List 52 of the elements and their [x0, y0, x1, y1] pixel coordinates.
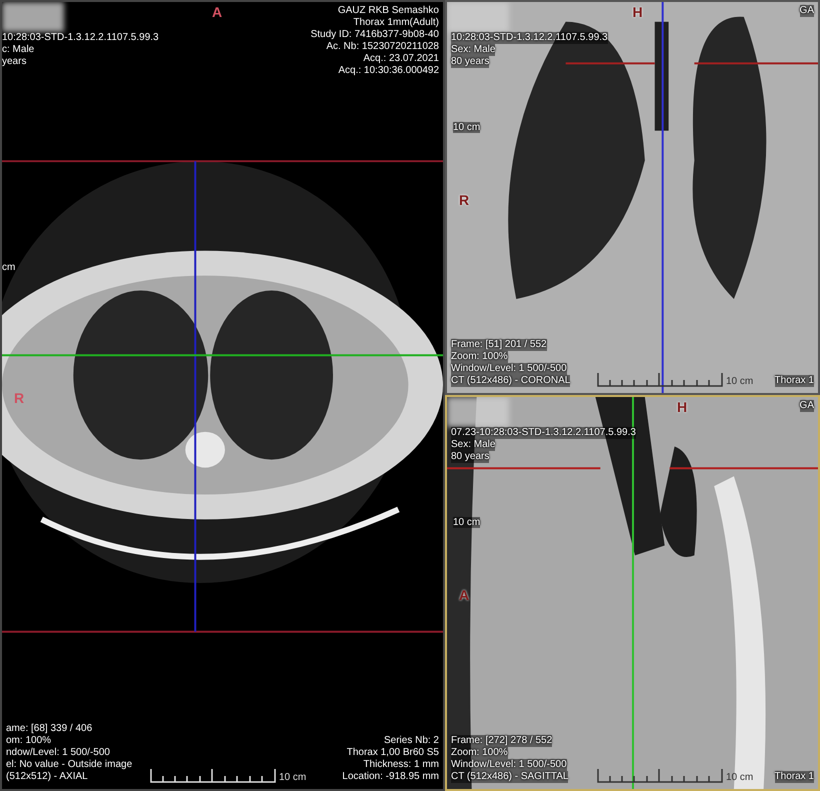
overlay-text: Ac. Nb: 15230720211028 — [326, 41, 439, 53]
orientation-label: R — [14, 390, 24, 406]
overlay-text: Thickness: 1 mm — [363, 759, 439, 771]
overlay-text: c: Male — [2, 44, 34, 56]
viewport-panel[interactable]: H GA 07.23-10:28:03-STD-1.3.12.2.1107.5.99.3 Sex: Male 80 years 10 cm A Frame: [272] 278 / 552 Zoom: 100% Window/Level: 1 500/-500 CT (512x486) - SAGITTAL 10 cm Thorax 1 — [445, 395, 820, 791]
overlay-text: om: 100% — [6, 735, 52, 747]
overlay-text: ndow/Level: 1 500/-500 — [6, 747, 110, 759]
overlay-text: Frame: [272] 278 / 552 — [451, 735, 552, 747]
viewport-panel[interactable]: H GA 10:28:03-STD-1.3.12.2.1107.5.99.3 Sex: Male 80 years 10 cm R Frame: [51] 201 / 552 Zoom: 100% Window/Level: 1 500/-500 CT (512x486) - CORONAL 10 cm Thorax 1 — [445, 0, 820, 395]
overlay-text: Zoom: 100% — [451, 351, 508, 363]
overlay-text: (512x512) - AXIAL — [6, 771, 88, 783]
overlay-text: CT (512x486) - CORONAL — [451, 375, 570, 387]
orientation-label: H — [632, 4, 643, 20]
overlay-text: el: No value - Outside image — [6, 759, 132, 771]
overlay-text: Window/Level: 1 500/-500 — [451, 363, 567, 375]
scale-label: 10 cm — [279, 772, 306, 783]
orientation-label: R — [459, 192, 470, 208]
redaction-block — [447, 2, 509, 32]
overlay-text: Window/Level: 1 500/-500 — [451, 759, 567, 771]
redaction-block — [2, 2, 64, 32]
overlay-text: 10:28:03-STD-1.3.12.2.1107.5.99.3 — [451, 32, 608, 44]
overlay-text: ame: [68] 339 / 406 — [6, 723, 92, 735]
overlay-text: Thorax 1,00 Br60 S5 — [346, 747, 439, 759]
orientation-label: A — [459, 587, 470, 603]
overlay-text: CT (512x486) - SAGITTAL — [451, 771, 568, 783]
overlay-text: GAUZ RKB Semashko — [338, 5, 439, 17]
overlay-text: Series Nb: 2 — [384, 735, 439, 747]
overlay-text: Acq.: 23.07.2021 — [363, 53, 439, 65]
scale-label: 10 cm — [726, 772, 754, 783]
scale-label: cm — [2, 262, 16, 273]
overlay-text: years — [2, 56, 26, 68]
overlay-text: Sex: Male — [451, 439, 496, 451]
overlay-text: Location: -918.95 mm — [342, 771, 439, 783]
overlay-text: Acq.: 10:30:36.000492 — [338, 65, 439, 77]
overlay-text: Thorax 1mm(Adult) — [353, 17, 439, 29]
scale-label: 10 cm — [726, 376, 754, 387]
orientation-label: A — [212, 4, 222, 20]
overlay-text: 80 years — [451, 56, 490, 68]
redaction-block — [447, 397, 509, 427]
viewport-panel[interactable] — [0, 0, 445, 791]
overlay-text: Sex: Male — [451, 44, 496, 56]
scale-label: 10 cm — [453, 517, 480, 528]
overlay-text: Zoom: 100% — [451, 747, 508, 759]
overlay-text: Thorax 1 — [774, 375, 814, 387]
overlay-text: 07.23-10:28:03-STD-1.3.12.2.1107.5.99.3 — [451, 427, 636, 439]
overlay-text: Study ID: 7416b377-9b08-40 — [310, 29, 439, 41]
overlay-text: 80 years — [451, 451, 490, 463]
overlay-text: 10:28:03-STD-1.3.12.2.1107.5.99.3 — [2, 32, 159, 44]
overlay-text: Thorax 1 — [774, 771, 814, 783]
overlay-text: Frame: [51] 201 / 552 — [451, 339, 547, 351]
scale-label: 10 cm — [453, 122, 480, 133]
orientation-label: H — [677, 399, 688, 415]
